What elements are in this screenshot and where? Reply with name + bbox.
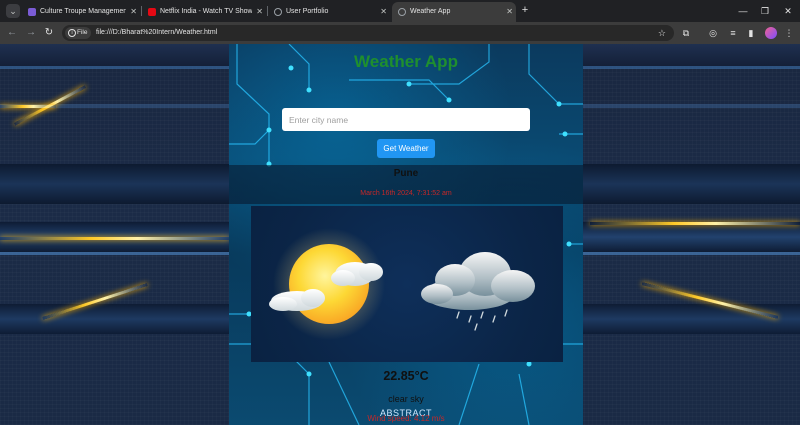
gold-streak	[0, 105, 56, 108]
tab-user-portfolio[interactable]: User Portfolio ✕	[268, 2, 390, 22]
tab-title: Culture Troupe Management Sy	[40, 8, 126, 15]
city-name: Pune	[393, 168, 419, 179]
forward-arrow-icon[interactable]: →	[24, 26, 38, 40]
gold-streak	[0, 237, 229, 240]
tab-strip: ⌄ Culture Troupe Management Sy ✕ Netflix…	[0, 0, 800, 22]
tab-netflix[interactable]: Netflix India - Watch TV Shows ✕	[142, 2, 266, 22]
media-icon[interactable]: ◎	[706, 26, 720, 40]
tab-close-icon[interactable]: ✕	[130, 2, 137, 22]
rain-cloud-icon	[421, 252, 535, 331]
gold-streak	[590, 222, 800, 225]
info-icon: i	[68, 29, 76, 37]
browser-toolbar: ← → ↻ i File file:///D:/Bharat%20Intern/…	[0, 22, 800, 44]
tab-search-icon[interactable]: ⌄	[6, 4, 20, 18]
back-arrow-icon[interactable]: ←	[5, 26, 19, 40]
page-title: Weather App	[354, 52, 458, 71]
date-time: March 16th 2024, 7:31:52 am	[360, 190, 452, 197]
tab-title: Netflix India - Watch TV Shows	[160, 8, 252, 15]
tab-weather-app[interactable]: Weather App ✕	[392, 2, 516, 22]
weather-description: clear sky	[388, 394, 424, 404]
profile-avatar[interactable]	[765, 27, 777, 39]
url-text: file:///D:/Bharat%20Intern/Weather.html	[96, 29, 218, 36]
tab-title: User Portfolio	[286, 8, 329, 15]
globe-icon	[274, 8, 282, 16]
new-tab-plus-icon[interactable]: +	[518, 3, 532, 17]
menu-dots-icon[interactable]: ⋮	[782, 26, 796, 40]
side-panel-icon[interactable]: ▮	[744, 26, 758, 40]
tab-close-icon[interactable]: ✕	[506, 2, 513, 22]
window-close-icon[interactable]: ✕	[778, 0, 798, 22]
address-bar[interactable]: i File file:///D:/Bharat%20Intern/Weathe…	[62, 25, 674, 41]
tab-close-icon[interactable]: ✕	[380, 2, 387, 22]
tab-close-icon[interactable]: ✕	[256, 2, 263, 22]
city-input[interactable]	[282, 108, 530, 131]
scheme-label: File	[77, 29, 88, 36]
minimize-icon[interactable]: —	[733, 0, 753, 22]
tab-culture-troupe[interactable]: Culture Troupe Management Sy ✕	[22, 2, 140, 22]
tab-title: Weather App	[410, 8, 451, 15]
globe-icon	[398, 8, 406, 16]
sun-icon	[269, 228, 385, 340]
tab-favicon-icon	[28, 8, 36, 16]
netflix-favicon-icon	[148, 8, 156, 16]
wind-speed: Wind speed: 4.12 m/s	[367, 414, 445, 423]
weather-card: Weather App Get Weather Pune March 16th …	[229, 44, 583, 425]
weather-illustration	[251, 206, 563, 362]
reading-list-icon[interactable]: ≡	[726, 26, 740, 40]
bookmark-star-icon[interactable]: ☆	[658, 25, 666, 41]
get-weather-button[interactable]: Get Weather	[377, 139, 435, 158]
temperature: 22.85°C	[383, 369, 429, 383]
reload-icon[interactable]: ↻	[42, 26, 56, 40]
site-info-chip[interactable]: i File	[65, 27, 92, 39]
extensions-puzzle-icon[interactable]: ⧉	[679, 26, 693, 40]
page-viewport: Weather App Get Weather Pune March 16th …	[0, 44, 800, 425]
restore-icon[interactable]: ❐	[755, 0, 775, 22]
